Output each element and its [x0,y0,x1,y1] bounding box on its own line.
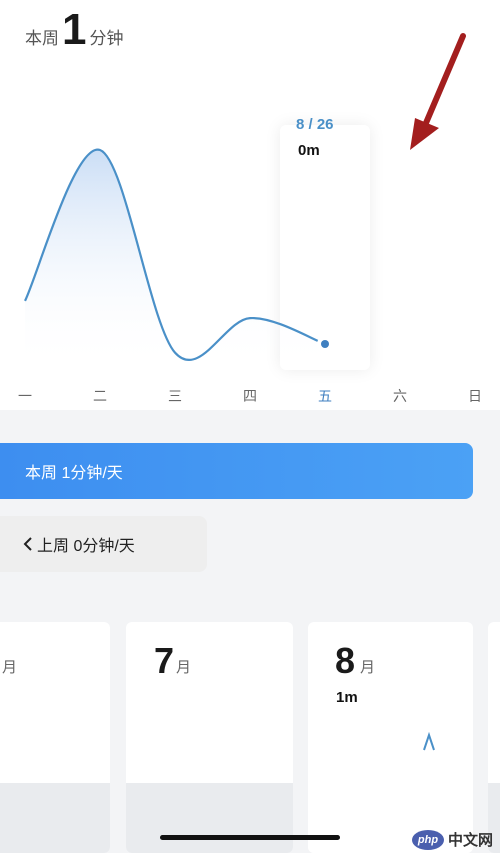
month-card-july[interactable] [126,622,293,853]
tooltip-value: 0m [298,142,320,159]
mini-bar-icon [423,732,435,751]
home-indicator[interactable] [160,835,340,840]
month-card-footer [126,783,293,853]
weekday-label-thu[interactable]: 四 [243,386,257,406]
month-card-august-label: 月 [360,659,376,676]
chart-tooltip [280,125,370,370]
week-total-value: 1 [62,5,87,54]
last-week-label-wrap: 上周 0分钟/天 [22,532,135,556]
month-card-july-number: 7 [154,640,175,681]
week-total-unit: 分钟 [89,29,124,48]
this-week-average-label: 本周 1分钟/天 [25,465,123,482]
this-week-average-bar[interactable]: 本周 1分钟/天 [0,443,473,499]
week-total-prefix: 本周 [25,29,59,48]
watermark: php 中文网 [412,829,493,850]
month-card-august[interactable] [308,622,473,853]
tooltip-date: 8 / 26 [296,116,334,133]
weekday-label-tue[interactable]: 二 [93,386,107,406]
watermark-logo: php [412,829,444,850]
watermark-text: 中文网 [448,832,494,849]
weekday-label-wed[interactable]: 三 [168,386,182,406]
month-card-prev-label: 月 [2,659,18,676]
weekday-label-sun[interactable]: 日 [468,386,482,406]
weekday-label-fri[interactable]: 五 [318,386,332,406]
weekday-label-mon[interactable]: 一 [18,386,32,406]
month-card-next[interactable] [488,622,500,853]
weekday-label-sat[interactable]: 六 [393,386,407,406]
month-card-august-value: 1m [336,689,358,706]
week-total: 本周 1 分钟 [25,8,123,52]
month-card-july-label: 月 [176,659,192,676]
month-card-footer [0,783,110,853]
month-card-august-number: 8 [335,640,356,681]
chevron-left-icon [23,537,32,551]
last-week-average-label: 上周 0分钟/天 [37,538,135,555]
red-arrow-annotation-icon [410,33,466,150]
last-week-average-bar[interactable]: 上周 0分钟/天 [0,516,207,572]
